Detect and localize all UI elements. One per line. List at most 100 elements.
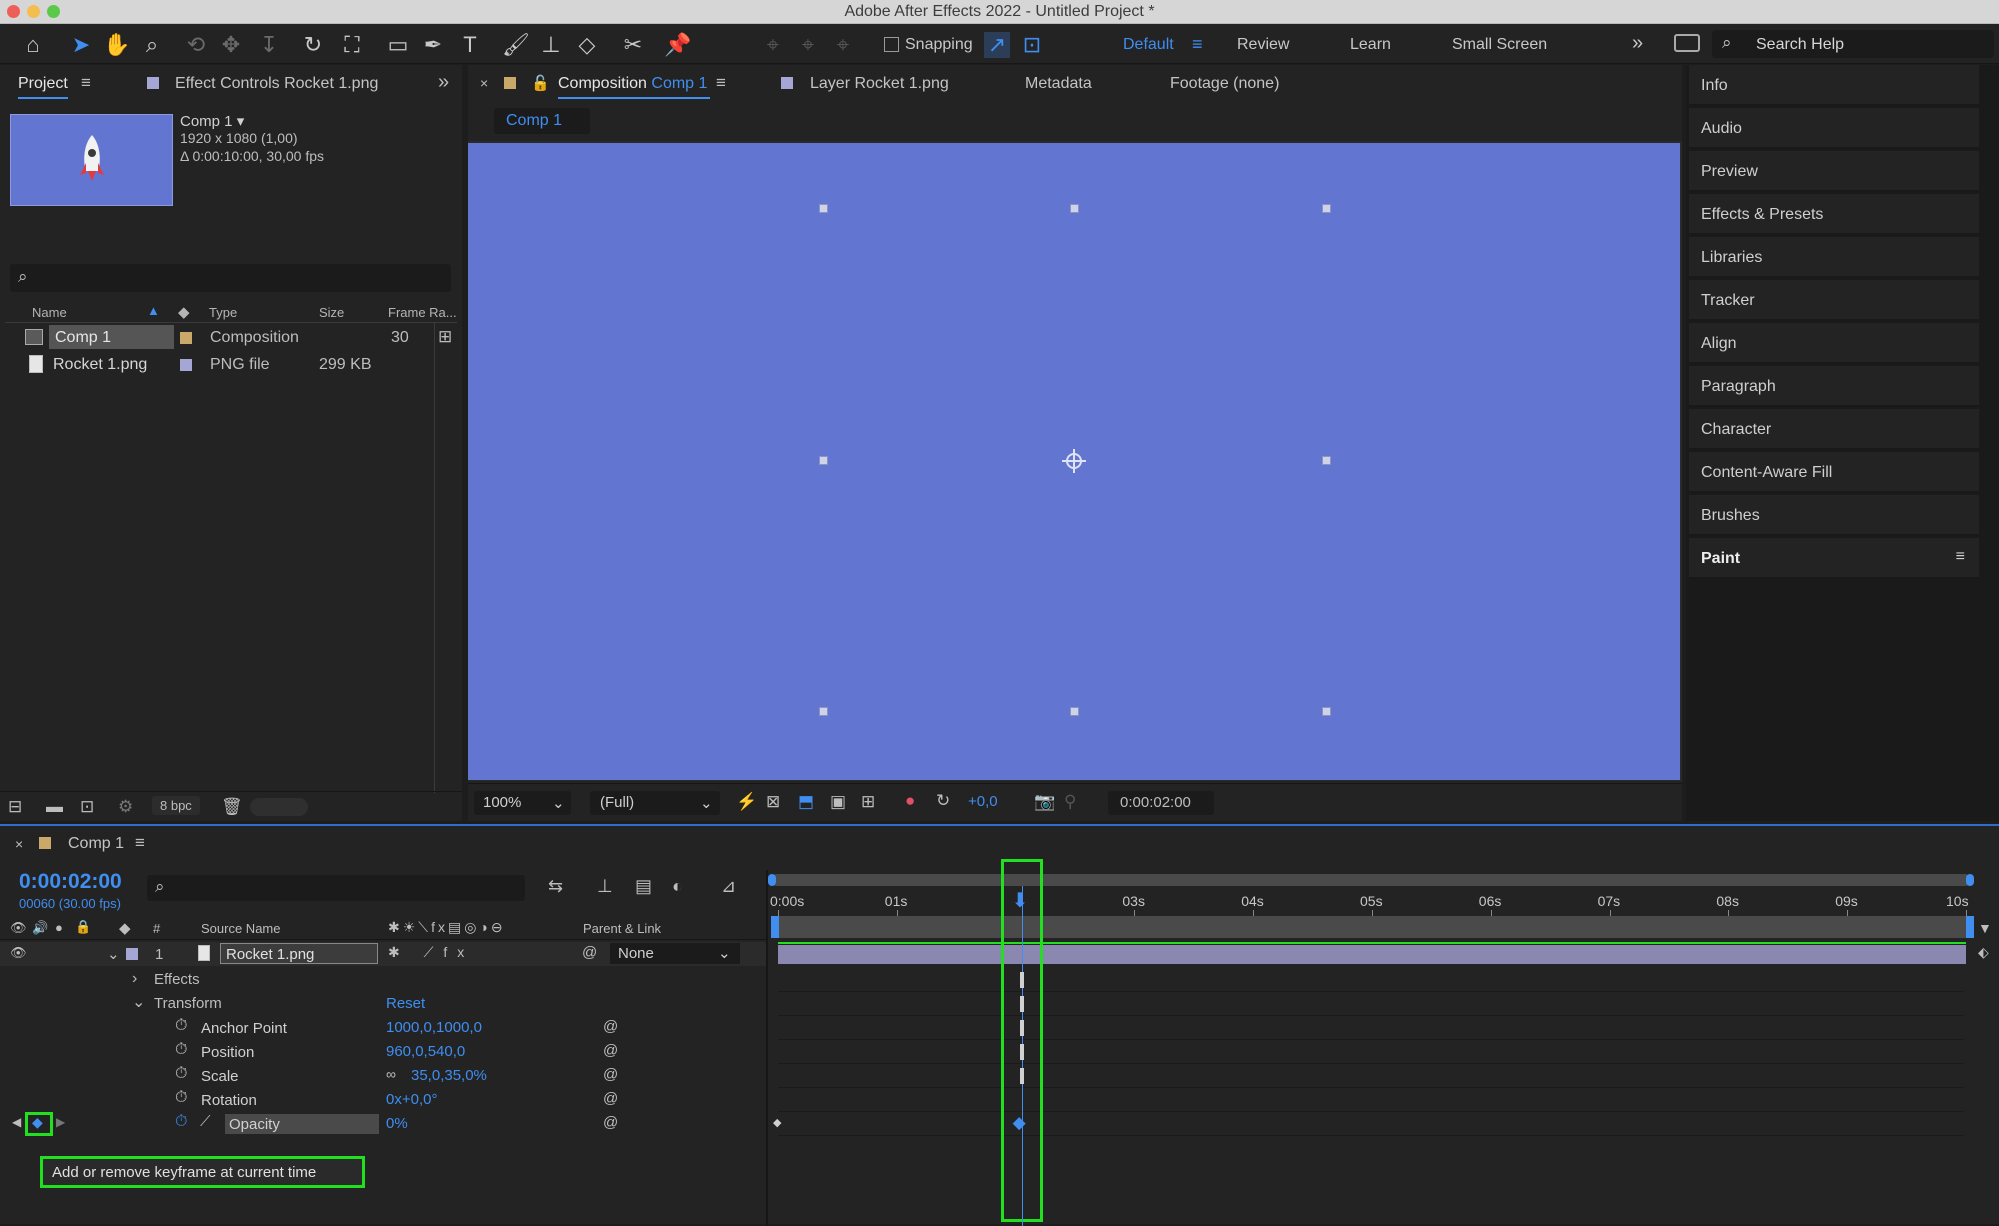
bit-depth-button[interactable]: 8 bpc — [152, 796, 200, 815]
column-size[interactable]: Size — [319, 305, 344, 320]
tab-project[interactable]: Project — [18, 75, 68, 93]
close-tab-icon[interactable]: × — [480, 75, 488, 91]
transform-handle[interactable] — [1322, 204, 1331, 213]
pan-behind-tool-icon[interactable]: ⛶ — [339, 32, 365, 58]
eye-icon[interactable]: 👁 — [10, 945, 27, 961]
property-value[interactable]: 0x+0,0° — [386, 1091, 437, 1108]
graph-icon[interactable]: ⟋ — [200, 1113, 211, 1130]
graph-editor-icon[interactable]: ⊿ — [721, 876, 736, 897]
panel-tracker[interactable]: Tracker — [1689, 280, 1979, 321]
view-axis-icon[interactable]: ⌖ — [830, 32, 856, 58]
property-track[interactable] — [778, 992, 1964, 1016]
property-track[interactable] — [778, 968, 1964, 992]
stopwatch-icon[interactable]: ⏱ — [175, 1041, 187, 1059]
transform-handle[interactable] — [819, 456, 828, 465]
panel-menu-icon[interactable]: ≡ — [1956, 548, 1965, 566]
tab-timeline-comp[interactable]: Comp 1 — [68, 835, 124, 853]
pick-whip-icon[interactable]: @ — [582, 944, 597, 961]
project-search-field[interactable]: ⌕ — [10, 264, 451, 292]
layer-name[interactable]: Rocket 1.png — [220, 943, 378, 964]
zoom-tool-icon[interactable]: ⌕ — [139, 32, 165, 58]
effects-group-row[interactable]: › Effects — [0, 968, 766, 992]
next-keyframe-icon[interactable]: ▶ — [56, 1115, 65, 1129]
current-time-indicator-head[interactable]: ⬇ — [1012, 888, 1029, 913]
stopwatch-icon[interactable]: ⏱ — [175, 1017, 187, 1035]
comp-info-name[interactable]: Comp 1 ▾ — [180, 112, 244, 130]
property-track[interactable] — [778, 1016, 1964, 1040]
rotation-tool-icon[interactable]: ↻ — [300, 32, 326, 58]
add-remove-keyframe-button[interactable]: ◆ — [32, 1114, 43, 1131]
workspace-default[interactable]: Default — [1123, 36, 1174, 54]
magnification-dropdown[interactable]: 100% ⌄ — [474, 791, 571, 815]
tab-effect-controls[interactable]: Effect Controls Rocket 1.png — [175, 75, 378, 93]
keyframe-hold-marker[interactable] — [1019, 996, 1024, 1012]
collapse-chevron-icon[interactable]: ⌄ — [107, 945, 120, 963]
layer-row[interactable]: 👁 ⌄ 1 Rocket 1.png ✱ ⟋fx @ None ⌄ — [0, 942, 766, 966]
keyframe-hold-marker[interactable] — [1019, 1068, 1024, 1084]
local-axis-icon[interactable]: ⌖ — [760, 32, 786, 58]
anchor-point-icon[interactable] — [1060, 447, 1088, 475]
transform-handle[interactable] — [1322, 456, 1331, 465]
panel-menu-icon[interactable]: ≡ — [81, 73, 91, 93]
column-source-name[interactable]: Source Name — [201, 921, 280, 936]
home-icon[interactable]: ⌂ — [20, 32, 46, 58]
motion-blur-icon[interactable]: ◐ — [672, 876, 683, 897]
minimize-window-button[interactable] — [27, 5, 40, 18]
panel-brushes[interactable]: Brushes — [1689, 495, 1979, 536]
pan-camera-icon[interactable]: ✥ — [218, 32, 244, 58]
sort-ascending-icon[interactable]: ▲ — [147, 303, 160, 318]
panel-content-aware-fill[interactable]: Content-Aware Fill — [1689, 452, 1979, 493]
stopwatch-icon[interactable]: ⏱ — [175, 1065, 187, 1083]
comp-breadcrumb[interactable]: Comp 1 — [494, 108, 590, 134]
stopwatch-icon[interactable]: ⏱ — [175, 1089, 187, 1107]
panel-overflow-icon[interactable]: » — [438, 71, 449, 94]
adjust-settings-icon[interactable]: ⚙ — [118, 797, 133, 817]
snapshot-icon[interactable]: 📷 — [1034, 792, 1055, 812]
current-time-display[interactable]: 0:00:02:00 — [19, 870, 122, 894]
timeline-search-field[interactable]: ⌕ — [147, 875, 525, 901]
lock-icon[interactable]: 🔒 — [75, 919, 91, 935]
panel-libraries[interactable]: Libraries — [1689, 237, 1979, 278]
transform-group-row[interactable]: ⌄ Transform Reset — [0, 992, 766, 1016]
flowchart-icon[interactable]: ⊞ — [438, 327, 452, 347]
video-visibility-icon[interactable]: 👁 — [10, 920, 27, 936]
label-column-icon[interactable]: ◆ — [178, 303, 190, 321]
mask-visibility-icon[interactable]: ⬒ — [798, 792, 814, 812]
panel-align[interactable]: Align — [1689, 323, 1979, 364]
panel-audio[interactable]: Audio — [1689, 108, 1979, 149]
sync-settings-icon[interactable] — [1674, 34, 1700, 52]
frame-blending-icon[interactable]: ▤ — [635, 876, 652, 897]
viewer-timecode[interactable]: 0:00:02:00 — [1108, 791, 1214, 815]
opacity-keyframe[interactable]: ◆ — [1013, 1113, 1026, 1133]
transform-handle[interactable] — [1070, 204, 1079, 213]
composition-flowchart-icon[interactable]: ⇆ — [548, 876, 563, 897]
panel-menu-icon[interactable]: ≡ — [135, 833, 145, 853]
comp-marker-well[interactable]: ▼ — [1978, 920, 1992, 936]
property-row[interactable]: ⏱ ⟋ Opacity 0% @ — [0, 1112, 766, 1136]
pick-whip-icon[interactable]: @ — [603, 1042, 618, 1059]
pick-whip-icon[interactable]: @ — [603, 1114, 618, 1131]
panel-info[interactable]: Info — [1689, 65, 1979, 106]
trash-icon[interactable]: 🗑 — [221, 797, 243, 817]
property-track[interactable] — [778, 1040, 1964, 1064]
transparency-grid-icon[interactable]: ⊠ — [766, 792, 780, 812]
transform-handle[interactable] — [1070, 707, 1079, 716]
transform-reset-link[interactable]: Reset — [386, 995, 425, 1012]
snap-features-icon[interactable]: ⊡ — [1019, 32, 1045, 58]
property-value[interactable]: 1000,0,1000,0 — [386, 1019, 482, 1036]
property-track[interactable] — [778, 1064, 1964, 1088]
property-value[interactable]: 960,0,540,0 — [386, 1043, 465, 1060]
puppet-tool-icon[interactable]: 📌 — [664, 32, 691, 58]
workspace-menu-icon[interactable]: ≡ — [1192, 34, 1203, 55]
search-help-field[interactable]: ⌕ Search Help — [1712, 30, 1994, 58]
property-value[interactable]: 35,0,35,0% — [411, 1067, 487, 1084]
thumbnail-size-slider[interactable] — [250, 798, 308, 816]
reset-exposure-icon[interactable]: ↻ — [936, 791, 950, 811]
close-tab-icon[interactable]: × — [15, 836, 23, 852]
parent-dropdown[interactable]: None ⌄ — [610, 943, 740, 964]
property-row[interactable]: ⏱ Rotation 0x+0,0° @ — [0, 1088, 766, 1112]
new-composition-icon[interactable]: ⊡ — [80, 797, 94, 817]
column-frame-rate[interactable]: Frame Ra... — [388, 305, 457, 320]
label-column-icon[interactable]: ◆ — [119, 919, 131, 937]
keyframe-hold-marker[interactable] — [1019, 972, 1024, 988]
